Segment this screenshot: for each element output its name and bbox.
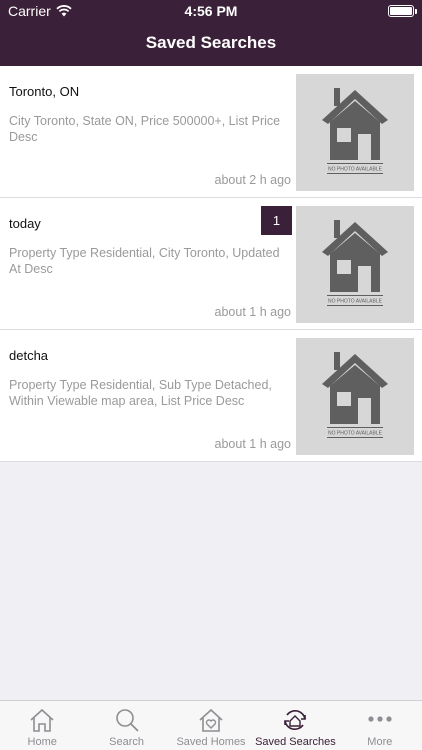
no-photo-thumbnail: NO PHOTO AVAILABLE <box>296 74 414 191</box>
tab-label: Search <box>109 736 145 748</box>
no-photo-thumbnail: NO PHOTO AVAILABLE <box>296 338 414 455</box>
search-description: Property Type Residential, City Toronto,… <box>9 246 280 276</box>
no-photo-house-icon: NO PHOTO AVAILABLE <box>322 352 388 438</box>
search-title: today <box>9 216 41 231</box>
tab-saved-searches[interactable]: Saved Searches <box>253 701 337 750</box>
no-photo-caption: NO PHOTO AVAILABLE <box>328 299 383 305</box>
no-photo-house-icon: NO PHOTO AVAILABLE <box>322 220 388 306</box>
tab-home[interactable]: Home <box>0 701 84 750</box>
no-photo-caption: NO PHOTO AVAILABLE <box>328 431 383 437</box>
status-time: 4:56 PM <box>184 3 238 19</box>
tab-label: Saved Homes <box>176 736 246 748</box>
battery-icon <box>388 5 417 17</box>
tab-search[interactable]: Search <box>84 701 168 750</box>
refresh-house-icon <box>284 710 307 730</box>
search-timestamp: about 2 h ago <box>214 173 291 187</box>
no-photo-caption: NO PHOTO AVAILABLE <box>328 167 383 173</box>
house-icon <box>30 708 54 732</box>
page-title: Saved Searches <box>145 33 277 52</box>
heart-house-icon <box>199 708 223 732</box>
magnifier-icon <box>115 709 139 732</box>
tab-label: Saved Searches <box>255 736 336 748</box>
new-results-badge: 1 <box>261 206 292 235</box>
dots-icon <box>368 716 392 722</box>
search-description: City Toronto, State ON, Price 500000+, L… <box>9 114 281 144</box>
saved-search-row[interactable]: today 1 Property Type Residential, City … <box>0 198 422 330</box>
saved-searches-list: Toronto, ON City Toronto, State ON, Pric… <box>0 66 422 462</box>
app-header: Carrier 4:56 PM Saved Searches <box>0 0 422 66</box>
saved-search-row[interactable]: Toronto, ON City Toronto, State ON, Pric… <box>0 66 422 198</box>
no-photo-house-icon: NO PHOTO AVAILABLE <box>322 88 388 174</box>
tab-label: Home <box>27 736 57 748</box>
tab-more[interactable]: More <box>338 701 422 750</box>
status-bar: Carrier 4:56 PM <box>0 0 422 22</box>
search-timestamp: about 1 h ago <box>214 305 291 319</box>
search-timestamp: about 1 h ago <box>214 437 291 451</box>
tab-bar: Home Search Saved Homes Saved Searches M… <box>0 700 422 750</box>
saved-search-row[interactable]: detcha Property Type Residential, Sub Ty… <box>0 330 422 462</box>
search-title: detcha <box>9 348 49 363</box>
search-description: Property Type Residential, Sub Type Deta… <box>9 378 272 408</box>
no-photo-thumbnail: NO PHOTO AVAILABLE <box>296 206 414 323</box>
search-title: Toronto, ON <box>9 84 80 99</box>
tab-label: More <box>367 736 393 748</box>
tab-saved-homes[interactable]: Saved Homes <box>169 701 253 750</box>
